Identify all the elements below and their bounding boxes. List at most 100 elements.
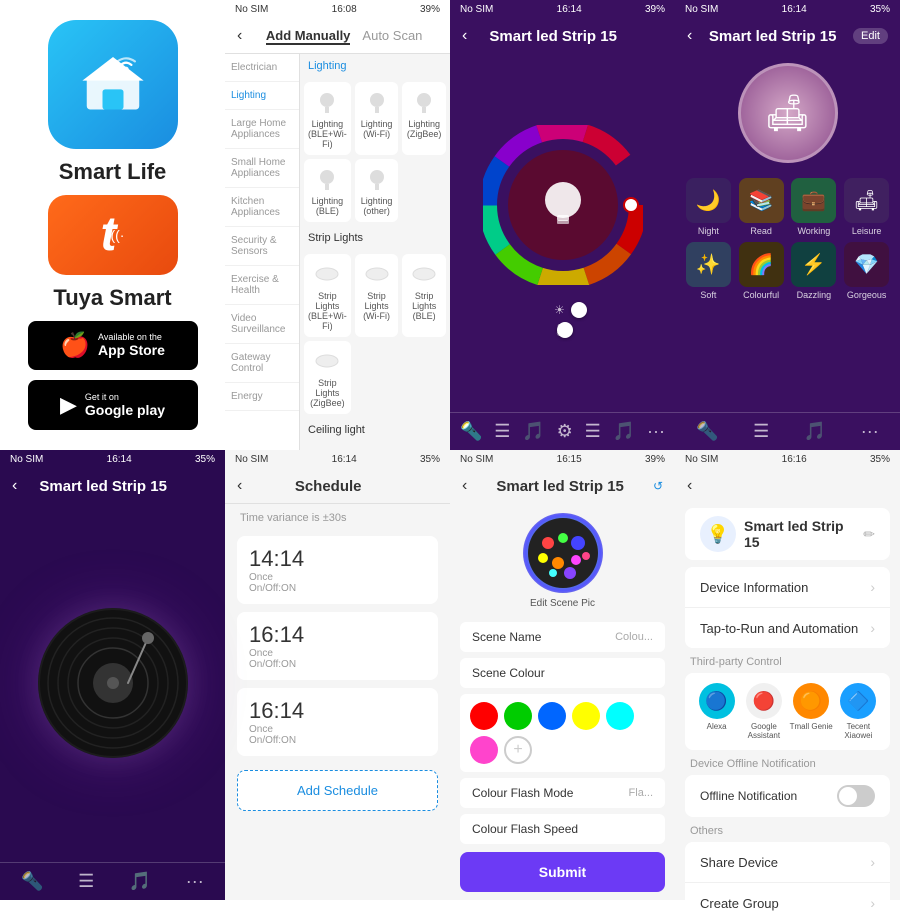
strip-zigbee[interactable]: Strip Lights (ZigBee) bbox=[304, 341, 351, 414]
color-dot-cyan[interactable] bbox=[606, 702, 634, 730]
scenes-tab-menu[interactable]: ☰ bbox=[753, 421, 769, 442]
schedule-time-3: 16:14 bbox=[249, 698, 426, 724]
strip-wifi[interactable]: Strip Lights (Wi-Fi) bbox=[355, 254, 399, 337]
google-play-button[interactable]: ▶ Get it on Google play bbox=[28, 380, 198, 430]
lighting-ble-wifi[interactable]: Lighting (BLE+Wi-Fi) bbox=[304, 82, 351, 155]
offline-notification-row: Offline Notification bbox=[685, 775, 890, 817]
scene-soft[interactable]: ✨ Soft bbox=[685, 242, 732, 300]
bottom-tab-menu[interactable]: ☰ bbox=[494, 421, 510, 442]
third-party-title: Third-party Control bbox=[675, 650, 900, 671]
third-party-tmall[interactable]: 🟠 Tmall Genie bbox=[790, 683, 833, 740]
schedule-sub-2: Once bbox=[249, 648, 426, 659]
sidebar-item-large-home[interactable]: Large Home Appliances bbox=[225, 110, 299, 149]
se-back-arrow[interactable]: ‹ bbox=[462, 477, 467, 495]
offline-label: Offline Notification bbox=[700, 789, 797, 803]
se-refresh-icon[interactable]: ↺ bbox=[653, 479, 663, 493]
sidebar-item-small-home[interactable]: Small Home Appliances bbox=[225, 149, 299, 188]
bottom-tab-music[interactable]: 🎵 bbox=[522, 421, 544, 442]
device-title-row: 💡 Smart led Strip 15 ✏ bbox=[685, 508, 890, 560]
panel-brand: Smart Life t ((· Tuya Smart 🍎 Available … bbox=[0, 0, 225, 450]
section-lighting: Lighting bbox=[300, 54, 450, 78]
di-status-bar: No SIM 16:16 35% bbox=[675, 450, 900, 469]
scene-night[interactable]: 🌙 Night bbox=[685, 178, 732, 236]
schedule-back-arrow[interactable]: ‹ bbox=[237, 477, 242, 495]
music-bottom-tabs: 🔦 ☰ 🎵 ··· bbox=[0, 862, 225, 900]
scene-gorgeous-label: Gorgeous bbox=[847, 290, 887, 300]
scene-name-val[interactable]: Colou... bbox=[615, 631, 653, 643]
color-dot-red[interactable] bbox=[470, 702, 498, 730]
strip-lights-grid: Strip Lights (BLE+Wi-Fi) Strip Lights (W… bbox=[300, 250, 450, 418]
bottom-tab-settings[interactable]: ⚙ bbox=[557, 421, 573, 442]
lighting-ble[interactable]: Lighting (BLE) bbox=[304, 159, 351, 222]
info-row-share[interactable]: Share Device › bbox=[685, 842, 890, 883]
sidebar-item-electrician[interactable]: Electrician bbox=[225, 54, 299, 82]
create-group-label: Create Group bbox=[700, 896, 779, 911]
scene-colourful[interactable]: 🌈 Colourful bbox=[738, 242, 785, 300]
scene-dazzling[interactable]: ⚡ Dazzling bbox=[791, 242, 838, 300]
bottom-tab-light[interactable]: 🔦 bbox=[460, 421, 482, 442]
scenes-tab-music[interactable]: 🎵 bbox=[804, 421, 826, 442]
sidebar-item-video[interactable]: Video Surveillance bbox=[225, 305, 299, 344]
scene-working[interactable]: 💼 Working bbox=[791, 178, 838, 236]
lighting-wifi[interactable]: Lighting (Wi-Fi) bbox=[355, 82, 399, 155]
music-tab-menu[interactable]: ☰ bbox=[78, 871, 94, 892]
lighting-other[interactable]: Lighting (other) bbox=[355, 159, 399, 222]
sidebar-item-gateway[interactable]: Gateway Control bbox=[225, 344, 299, 383]
color-dot-blue[interactable] bbox=[538, 702, 566, 730]
back-arrow-icon[interactable]: ‹ bbox=[237, 27, 242, 45]
info-row-tap-run[interactable]: Tap-to-Run and Automation › bbox=[685, 608, 890, 648]
sidebar-item-security[interactable]: Security & Sensors bbox=[225, 227, 299, 266]
di-back-arrow[interactable]: ‹ bbox=[687, 477, 692, 495]
color-dot-pink[interactable] bbox=[470, 736, 498, 764]
sidebar-item-lighting[interactable]: Lighting bbox=[225, 82, 299, 110]
scenes-tab-more[interactable]: ··· bbox=[861, 421, 879, 442]
sidebar-item-energy[interactable]: Energy bbox=[225, 383, 299, 411]
add-color-button[interactable]: + bbox=[504, 736, 532, 764]
scene-pic[interactable] bbox=[523, 513, 603, 593]
add-schedule-button[interactable]: Add Schedule bbox=[237, 770, 438, 811]
scenes-tab-light[interactable]: 🔦 bbox=[696, 421, 718, 442]
music-tab-more[interactable]: ··· bbox=[186, 871, 204, 892]
music-tab-music[interactable]: 🎵 bbox=[129, 871, 151, 892]
di-status-signal: No SIM bbox=[685, 454, 718, 465]
info-row-device-info[interactable]: Device Information › bbox=[685, 567, 890, 608]
tab-auto-scan[interactable]: Auto Scan bbox=[362, 28, 422, 45]
scene-dazzling-label: Dazzling bbox=[797, 290, 832, 300]
strip-ble[interactable]: Strip Lights (BLE) bbox=[402, 254, 446, 337]
tab-add-manually[interactable]: Add Manually bbox=[266, 28, 351, 45]
scene-colourful-thumb: 🌈 bbox=[739, 242, 784, 287]
scene-gorgeous[interactable]: 💎 Gorgeous bbox=[843, 242, 890, 300]
schedule-nav-bar: ‹ Schedule bbox=[225, 469, 450, 504]
tuya-logo: t ((· bbox=[48, 195, 178, 274]
scenes-back-arrow[interactable]: ‹ bbox=[687, 27, 692, 45]
bottom-tab-more[interactable]: ··· bbox=[647, 421, 665, 442]
third-party-google[interactable]: 🔴 Google Assistant bbox=[742, 683, 785, 740]
sidebar-item-exercise[interactable]: Exercise & Health bbox=[225, 266, 299, 305]
third-party-alexa[interactable]: 🔵 Alexa bbox=[695, 683, 738, 740]
offline-toggle[interactable] bbox=[837, 785, 875, 807]
color-dot-yellow[interactable] bbox=[572, 702, 600, 730]
music-tab-light[interactable]: 🔦 bbox=[21, 871, 43, 892]
bottom-tab-list[interactable]: ☰ bbox=[585, 421, 601, 442]
scene-leisure[interactable]: 🛋 Leisure bbox=[843, 178, 890, 236]
flash-mode-val[interactable]: Fla... bbox=[629, 787, 653, 799]
flash-mode-field: Colour Flash Mode Fla... bbox=[460, 778, 665, 808]
music-back-arrow[interactable]: ‹ bbox=[12, 477, 17, 495]
lighting-zigbee[interactable]: Lighting (ZigBee) bbox=[402, 82, 446, 155]
google-play-label-bot: Google play bbox=[85, 402, 165, 418]
app-store-button[interactable]: 🍎 Available on the App Store bbox=[28, 321, 198, 371]
submit-button[interactable]: Submit bbox=[460, 852, 665, 892]
music-status-signal: No SIM bbox=[10, 454, 43, 465]
edit-button[interactable]: Edit bbox=[853, 28, 888, 44]
third-party-tecent[interactable]: 🔷 Tecent Xiaowei bbox=[837, 683, 880, 740]
scene-read[interactable]: 📚 Read bbox=[738, 178, 785, 236]
pencil-icon[interactable]: ✏ bbox=[863, 526, 875, 543]
schedule-status-bar: No SIM 16:14 35% bbox=[225, 450, 450, 469]
strip-ble-wifi[interactable]: Strip Lights (BLE+Wi-Fi) bbox=[304, 254, 351, 337]
bottom-tab-music2[interactable]: 🎵 bbox=[613, 421, 635, 442]
sidebar-item-kitchen[interactable]: Kitchen Appliances bbox=[225, 188, 299, 227]
cp-back-arrow[interactable]: ‹ bbox=[462, 27, 467, 45]
color-wheel[interactable] bbox=[483, 125, 643, 285]
info-row-create-group[interactable]: Create Group › bbox=[685, 883, 890, 923]
color-dot-green[interactable] bbox=[504, 702, 532, 730]
